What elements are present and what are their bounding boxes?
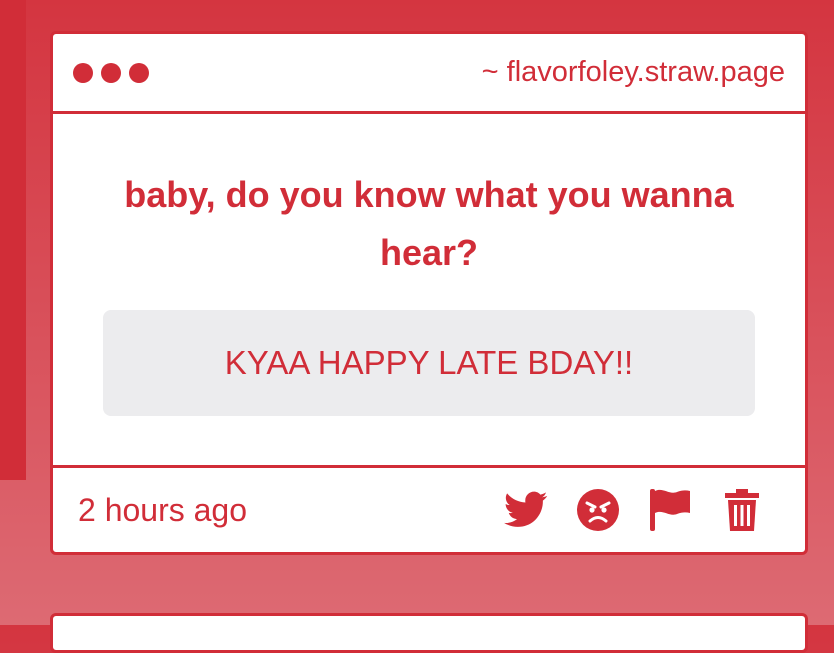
background-strip [0,0,26,480]
twitter-icon[interactable] [503,487,549,533]
flag-icon[interactable] [647,487,693,533]
answer-text: KYAA HAPPY LATE BDAY!! [224,344,634,381]
timestamp: 2 hours ago [78,491,248,528]
site-url[interactable]: ~ flavorfoley.straw.page [482,56,785,89]
window-dots [73,62,149,83]
next-message-card [50,613,808,653]
answer-box: KYAA HAPPY LATE BDAY!! [103,310,755,416]
angry-face-icon[interactable] [575,487,621,533]
window-dot [129,62,149,83]
window-dot [73,62,93,83]
card-footer: 2 hours ago [53,468,805,552]
question-text: baby, do you know what you wanna hear? [124,174,734,273]
action-bar [503,487,765,533]
trash-icon[interactable] [719,487,765,533]
message-card: ~ flavorfoley.straw.page baby, do you kn… [50,31,808,555]
window-dot [101,62,121,83]
card-body: baby, do you know what you wanna hear? K… [53,114,805,468]
card-header: ~ flavorfoley.straw.page [53,34,805,114]
